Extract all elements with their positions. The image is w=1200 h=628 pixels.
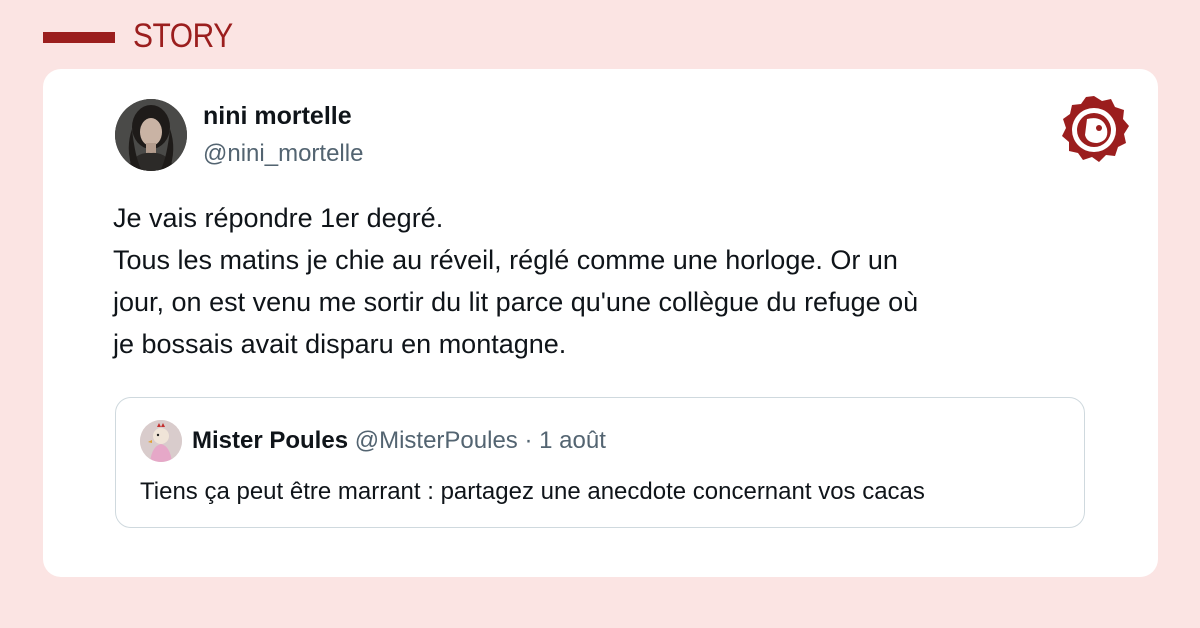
quoted-author-avatar[interactable]	[140, 420, 182, 462]
quoted-tweet[interactable]: Mister Poules @MisterPoules · 1 août Tie…	[115, 397, 1085, 528]
quoted-date[interactable]: 1 août	[539, 427, 606, 454]
tweet-body: Je vais répondre 1er degré. Tous les mat…	[113, 197, 1103, 365]
tweet-line: Tous les matins je chie au réveil, réglé…	[113, 245, 898, 275]
quoted-author-handle[interactable]: @MisterPoules	[355, 427, 518, 454]
quoted-author-name[interactable]: Mister Poules	[192, 427, 348, 454]
story-accent-bar	[43, 32, 115, 43]
brand-logo-icon	[1057, 93, 1131, 167]
tweet-line: jour, on est venu me sortir du lit parce…	[113, 287, 919, 317]
author-avatar[interactable]	[115, 99, 187, 171]
tweet-card: nini mortelle @nini_mortelle Je vais rép…	[43, 69, 1158, 577]
separator-dot: ·	[524, 427, 533, 454]
section-label: STORY	[133, 17, 233, 55]
quoted-text: Tiens ça peut être marrant : partagez un…	[140, 478, 925, 505]
author-handle[interactable]: @nini_mortelle	[203, 140, 363, 168]
tweet-line: Je vais répondre 1er degré.	[113, 203, 444, 233]
tweet-line: je bossais avait disparu en montagne.	[113, 329, 567, 359]
quoted-header: Mister Poules @MisterPoules · 1 août	[192, 427, 606, 455]
author-name[interactable]: nini mortelle	[203, 102, 352, 131]
